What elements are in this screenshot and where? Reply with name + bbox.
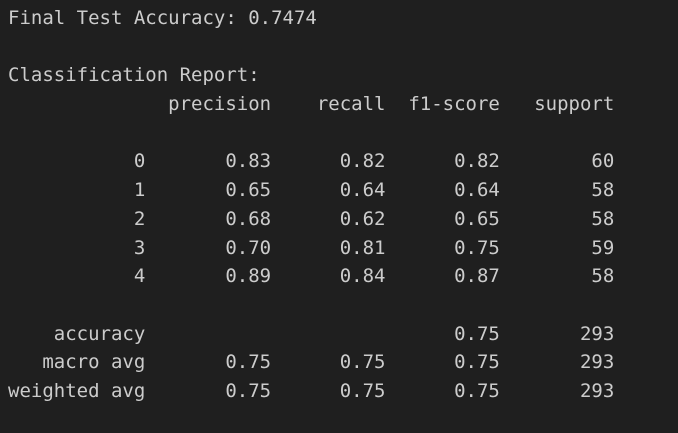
final-accuracy-line: Final Test Accuracy: 0.7474 <box>8 7 317 29</box>
macro-avg-row: macro avg 0.75 0.75 0.75 293 <box>8 351 615 374</box>
report-title: Classification Report: <box>8 64 260 87</box>
class-row-4: 4 0.89 0.84 0.87 58 <box>8 265 615 288</box>
accuracy-row: accuracy 0.75 293 <box>8 322 615 345</box>
weighted-avg-row: weighted avg 0.75 0.75 0.75 293 <box>8 379 615 402</box>
class-row-1: 1 0.65 0.64 0.64 58 <box>8 179 615 202</box>
class-row-0: 0 0.83 0.82 0.82 60 <box>8 150 615 173</box>
report-header: precision recall f1-score support <box>8 93 615 116</box>
console-output: Final Test Accuracy: 0.7474 Classificati… <box>0 0 678 433</box>
class-row-3: 3 0.70 0.81 0.75 59 <box>8 236 615 259</box>
class-row-2: 2 0.68 0.62 0.65 58 <box>8 207 615 230</box>
